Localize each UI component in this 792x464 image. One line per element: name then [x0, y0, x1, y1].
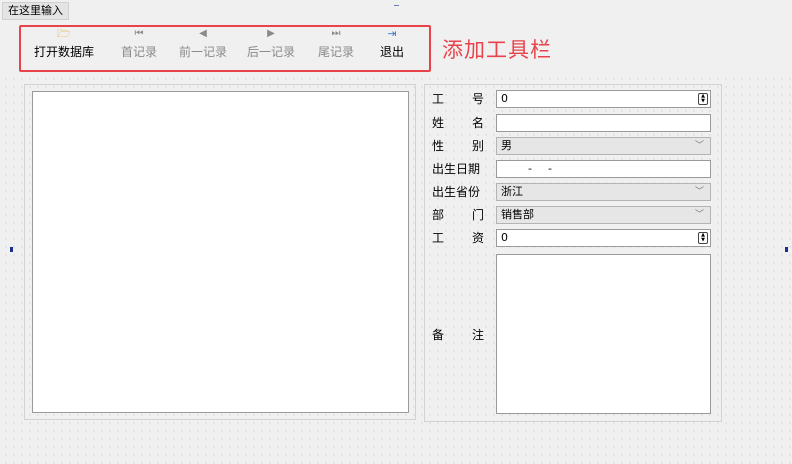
name-label: 姓 名	[432, 114, 492, 132]
salary-spinbox[interactable]: 0 ▲ ▼	[496, 229, 711, 247]
menu-marker	[394, 5, 399, 6]
spin-down-icon: ▼	[701, 237, 705, 243]
left-resize-handle[interactable]	[10, 247, 13, 252]
menu-bar: 在这里输入	[0, 0, 792, 20]
birth-province-label: 出生省份	[432, 185, 481, 199]
birth-province-value: 浙江	[501, 185, 523, 198]
department-label-char2: 门	[471, 208, 484, 222]
gender-combobox[interactable]: 男 ﹀	[496, 137, 711, 155]
date-separator-1: -	[528, 162, 532, 175]
department-label: 部 门	[432, 206, 492, 224]
name-input[interactable]	[496, 114, 711, 132]
employee-id-value: 0	[501, 92, 508, 105]
chevron-down-icon: ﹀	[694, 141, 704, 151]
toolbar-highlight-box	[19, 25, 431, 72]
remark-textarea[interactable]	[496, 254, 711, 414]
salary-value: 0	[501, 231, 508, 244]
chevron-down-icon: ﹀	[694, 187, 704, 197]
salary-label-char1: 工	[432, 231, 445, 245]
gender-label-char2: 别	[471, 139, 484, 153]
birth-date-edit[interactable]: - -	[496, 160, 711, 178]
gender-label-char1: 性	[432, 139, 445, 153]
department-combobox[interactable]: 销售部 ﹀	[496, 206, 711, 224]
designer-canvas: 在这里输入 🗁 打开数据库 ⏮ 首记录 ◀ 前一记录 ▶ 后一记录 ⏭ 尾记录 …	[0, 0, 792, 464]
employee-id-label-char2: 号	[471, 92, 484, 106]
gender-label: 性 别	[432, 137, 492, 155]
department-label-char1: 部	[432, 208, 445, 222]
department-value: 销售部	[501, 208, 534, 221]
remark-label: 备 注	[432, 326, 492, 344]
name-label-char2: 名	[471, 116, 484, 130]
salary-label: 工 资	[432, 229, 492, 247]
record-list-view[interactable]	[32, 91, 409, 413]
employee-id-spinbox[interactable]: 0 ▲ ▼	[496, 90, 711, 108]
right-resize-handle[interactable]	[785, 247, 788, 252]
gender-value: 男	[501, 139, 512, 152]
remark-label-char2: 注	[471, 328, 484, 342]
chevron-down-icon: ﹀	[694, 210, 704, 220]
employee-id-label: 工 号	[432, 90, 492, 108]
date-separator-2: -	[548, 162, 552, 175]
name-label-char1: 姓	[432, 116, 445, 130]
spin-down-icon: ▼	[701, 98, 705, 104]
employee-id-label-char1: 工	[432, 92, 445, 106]
salary-label-char2: 资	[471, 231, 484, 245]
toolbar-annotation: 添加工具栏	[442, 38, 552, 62]
birth-date-label: 出生日期	[432, 162, 481, 176]
menu-placeholder[interactable]: 在这里输入	[2, 2, 69, 20]
salary-spin-arrows[interactable]: ▲ ▼	[698, 232, 708, 244]
employee-id-spin-arrows[interactable]: ▲ ▼	[698, 93, 708, 105]
remark-label-char1: 备	[432, 328, 445, 342]
birth-province-combobox[interactable]: 浙江 ﹀	[496, 183, 711, 201]
